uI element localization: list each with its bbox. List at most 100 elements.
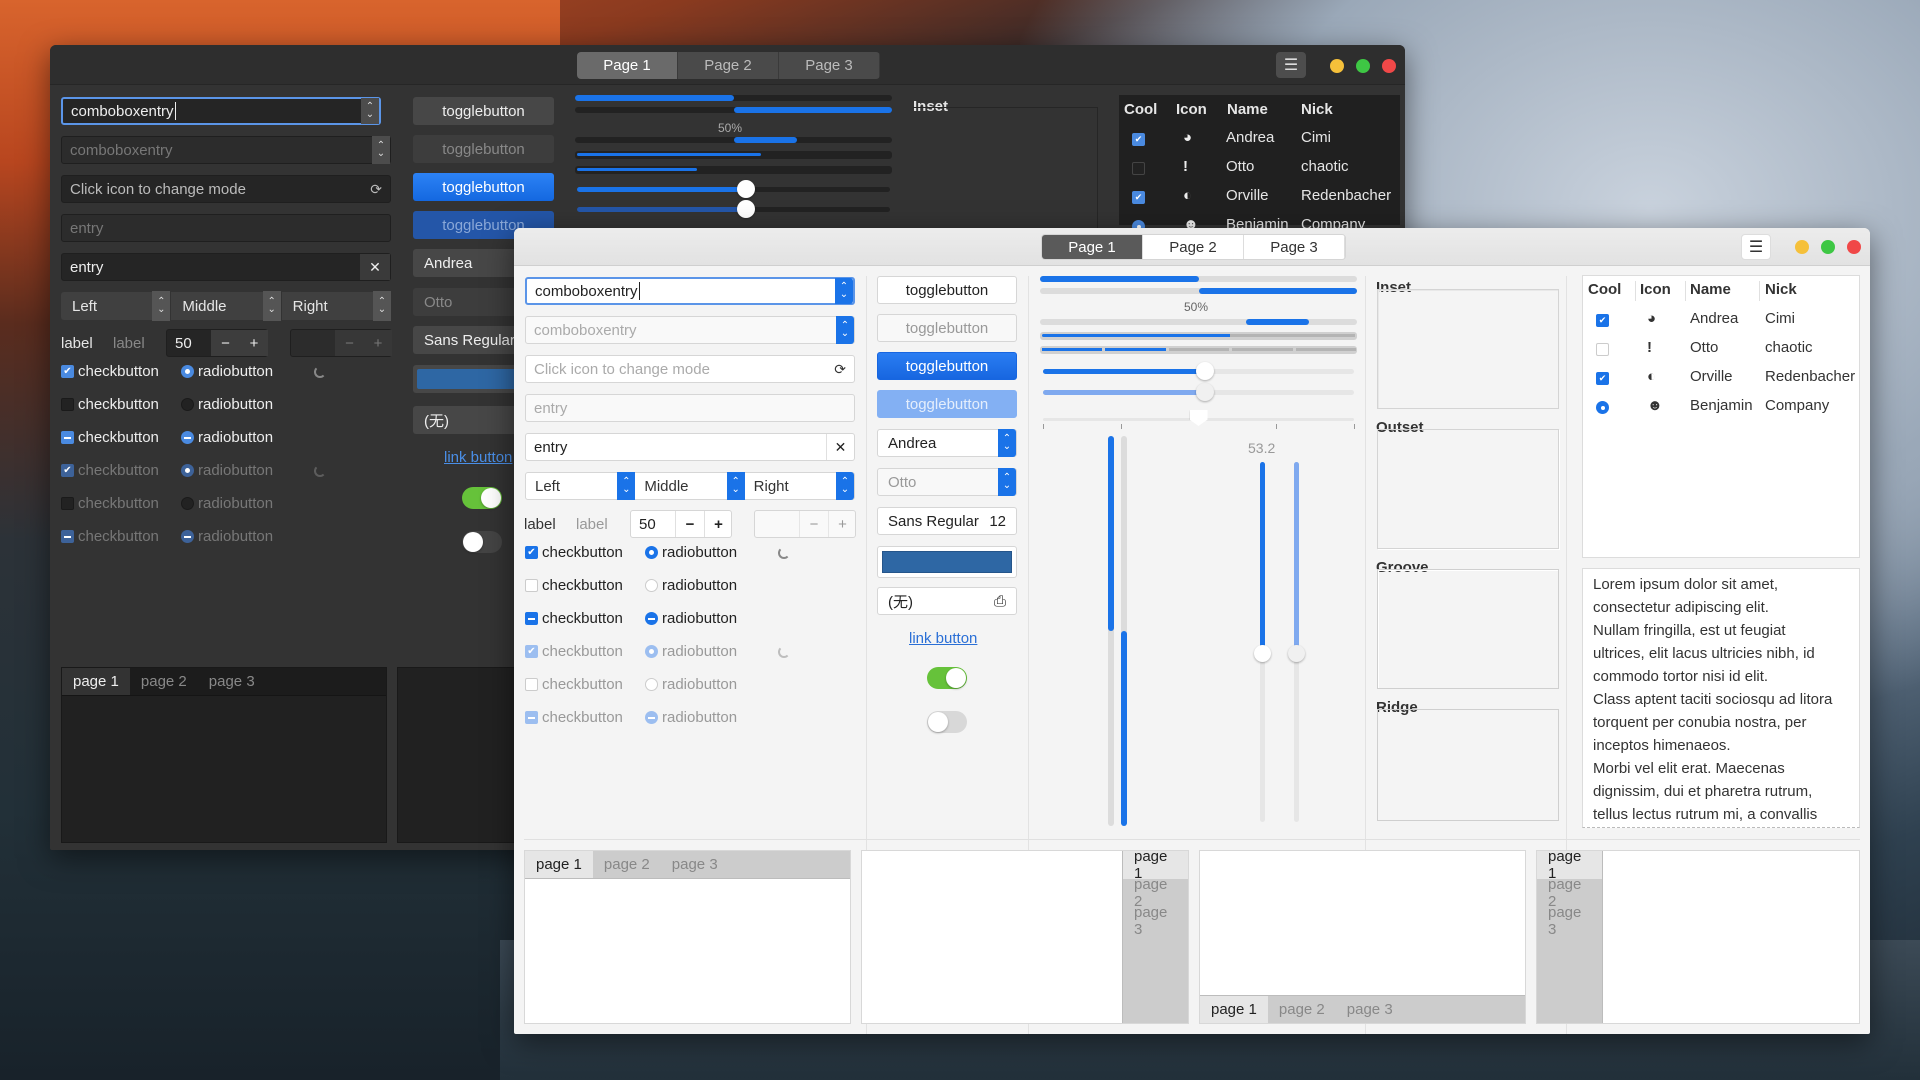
maximize-button[interactable] (1821, 240, 1835, 254)
light-menu-button[interactable]: ☰ (1741, 234, 1771, 260)
combo-middle[interactable]: Middle ⌃ ⌄ (635, 472, 745, 500)
dark-nb-tab-1[interactable]: page 1 (62, 668, 130, 695)
checkbox-checked-icon[interactable]: ✔ (1132, 133, 1145, 146)
dark-tab-page-1[interactable]: Page 1 (577, 52, 678, 79)
checkbutton[interactable]: checkbutton (525, 610, 623, 627)
checkbox-empty-icon[interactable] (1596, 343, 1609, 356)
dark-combo-arrow[interactable]: ⌃ ⌄ (361, 98, 379, 124)
nb1-tab-1[interactable]: page 1 (525, 851, 593, 878)
slider-with-marks[interactable] (1043, 410, 1355, 429)
nb3-tab-2[interactable]: page 2 (1268, 996, 1336, 1023)
tree-cell-name[interactable]: Andrea (1226, 129, 1274, 146)
light-tab-page-2[interactable]: Page 2 (1143, 235, 1244, 259)
combobox-entry[interactable]: comboboxentry ⌃ ⌄ (525, 277, 855, 305)
combo-arrow[interactable]: ⌃ ⌄ (998, 429, 1016, 457)
checkbox-empty-icon[interactable] (1132, 162, 1145, 175)
combo-arrow[interactable]: ⌃ ⌄ (835, 278, 853, 304)
dark-togglebutton-disabled[interactable]: togglebutton (413, 135, 554, 163)
slider-handle[interactable] (1195, 383, 1214, 401)
close-button[interactable] (1847, 240, 1861, 254)
tree-cell-nick[interactable]: Company (1765, 397, 1829, 414)
close-button[interactable] (1382, 59, 1396, 73)
switch-on[interactable] (927, 667, 967, 689)
dark-mode-entry[interactable]: Click icon to change mode ⟳ (61, 175, 391, 203)
nb3-tab-3[interactable]: page 3 (1336, 996, 1404, 1023)
dark-col-nick[interactable]: Nick (1301, 101, 1333, 118)
tree-cell-nick[interactable]: Cimi (1765, 310, 1795, 327)
dark-checkbutton[interactable]: ✔ checkbutton (61, 363, 159, 380)
combo-right[interactable]: Right ⌃ ⌄ (745, 472, 854, 500)
dark-spin-plus[interactable]: + (240, 330, 268, 356)
nb4-tab-3[interactable]: page 3 (1537, 904, 1602, 938)
dark-radiobutton[interactable]: radiobutton (181, 528, 273, 545)
tree-cell-nick[interactable]: chaotic (1301, 158, 1349, 175)
minimize-button[interactable] (1795, 240, 1809, 254)
nb3-tab-1[interactable]: page 1 (1200, 996, 1268, 1023)
tree-cell-name[interactable]: Orville (1226, 187, 1269, 204)
font-button[interactable]: Sans Regular 12 (877, 507, 1017, 535)
nb4-tab-2[interactable]: page 2 (1537, 876, 1602, 910)
maximize-button[interactable] (1356, 59, 1370, 73)
dark-tab-page-3[interactable]: Page 3 (779, 52, 880, 79)
checkbox-checked-icon[interactable]: ✔ (1596, 314, 1609, 327)
combo-andrea[interactable]: Andrea ⌃ ⌄ (877, 429, 1017, 457)
tree-cell-nick[interactable]: Redenbacher (1765, 368, 1855, 385)
refresh-icon[interactable]: ⟳ (834, 361, 846, 378)
dark-checkbutton[interactable]: checkbutton (61, 495, 159, 512)
dark-combobox-entry-disabled[interactable]: comboboxentry ⌃ ⌄ (61, 136, 391, 164)
spin-minus-disabled[interactable]: − (799, 511, 828, 537)
spinbutton[interactable]: 50 − + (630, 510, 732, 538)
tree-cell-nick[interactable]: Cimi (1301, 129, 1331, 146)
spin-plus-disabled[interactable]: + (828, 511, 856, 537)
light-tab-page-1[interactable]: Page 1 (1042, 235, 1143, 259)
dark-radiobutton[interactable]: radiobutton (181, 363, 273, 380)
radiobutton[interactable]: radiobutton (645, 544, 737, 561)
clear-icon[interactable]: ✕ (826, 434, 854, 460)
dark-checkbutton[interactable]: checkbutton (61, 429, 159, 446)
dark-link-button[interactable]: link button (444, 449, 512, 466)
dark-combo-right[interactable]: Right ⌃ ⌄ (282, 291, 391, 321)
nb2-tab-3[interactable]: page 3 (1123, 904, 1188, 938)
entry-disabled[interactable]: entry (525, 394, 855, 422)
tree-cell-name[interactable]: Andrea (1690, 310, 1738, 327)
dark-radiobutton[interactable]: radiobutton (181, 396, 273, 413)
dark-checkbutton[interactable]: ✔ checkbutton (61, 462, 159, 479)
vertical-scale-2-disabled[interactable] (1288, 462, 1305, 822)
slider-2-disabled[interactable] (1043, 383, 1354, 401)
dark-radiobutton[interactable]: radiobutton (181, 495, 273, 512)
slider-1[interactable] (1043, 362, 1354, 380)
dark-switch-off[interactable] (462, 531, 502, 553)
col-cool[interactable]: Cool (1588, 281, 1621, 298)
tree-cell-name[interactable]: Benjamin (1690, 397, 1753, 414)
togglebutton-active-disabled[interactable]: togglebutton (877, 390, 1017, 418)
spinbutton-disabled[interactable]: − + (754, 510, 856, 538)
checkbutton[interactable]: ✔ checkbutton (525, 643, 623, 660)
dark-tab-page-2[interactable]: Page 2 (678, 52, 779, 79)
radiobutton[interactable]: radiobutton (645, 643, 737, 660)
checkbutton[interactable]: checkbutton (525, 676, 623, 693)
dark-combobox-entry[interactable]: comboboxentry ⌃ ⌄ (61, 97, 381, 125)
nb2-tab-2[interactable]: page 2 (1123, 876, 1188, 910)
nb1-tab-2[interactable]: page 2 (593, 851, 661, 878)
dark-togglebutton-active[interactable]: togglebutton (413, 173, 554, 201)
col-nick[interactable]: Nick (1765, 281, 1797, 298)
dark-col-icon[interactable]: Icon (1176, 101, 1207, 118)
dark-togglebutton[interactable]: togglebutton (413, 97, 554, 125)
dark-combo-arrow-disabled[interactable]: ⌃ ⌄ (372, 136, 390, 164)
combobox-entry-disabled[interactable]: comboboxentry ⌃ ⌄ (525, 316, 855, 344)
dark-slider-1[interactable] (577, 180, 890, 198)
dark-checkbutton[interactable]: checkbutton (61, 528, 159, 545)
checkbox-checked-icon[interactable]: ✔ (1132, 191, 1145, 204)
radiobutton[interactable]: radiobutton (645, 577, 737, 594)
nb1-tab-3[interactable]: page 3 (661, 851, 729, 878)
vertical-scale-1[interactable] (1254, 462, 1271, 822)
tree-cell-name[interactable]: Otto (1690, 339, 1718, 356)
dark-nb-tab-2[interactable]: page 2 (130, 668, 198, 695)
tree-cell-nick[interactable]: chaotic (1765, 339, 1813, 356)
checkbutton[interactable]: checkbutton (525, 709, 623, 726)
radiobutton[interactable]: radiobutton (645, 676, 737, 693)
combo-arrow-disabled[interactable]: ⌃ ⌄ (836, 316, 854, 344)
text-view[interactable]: Lorem ipsum dolor sit amet, consectetur a… (1582, 568, 1860, 828)
checkbox-checked-icon[interactable]: ✔ (1596, 372, 1609, 385)
link-button[interactable]: link button (909, 630, 977, 647)
